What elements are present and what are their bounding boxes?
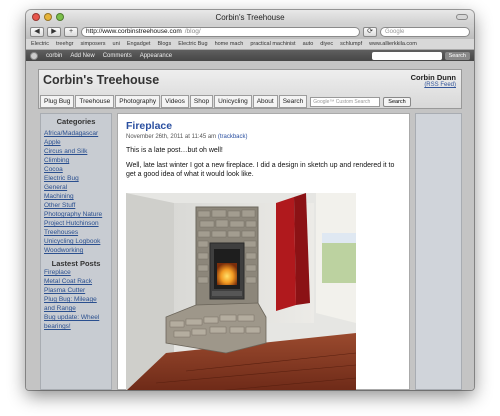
browser-search-field[interactable]: Google <box>380 27 470 37</box>
nav-tab-videos[interactable]: Videos <box>161 95 189 108</box>
bookmark-item[interactable]: practical machinist <box>250 41 295 47</box>
category-link[interactable]: Climbing <box>44 156 108 165</box>
window-controls <box>32 13 64 21</box>
bookmark-item[interactable]: home mach <box>215 41 244 47</box>
category-link[interactable]: Africa/Madagascar <box>44 129 108 138</box>
nav-tab-search[interactable]: Search <box>278 95 308 108</box>
categories-heading: Categories <box>56 117 96 126</box>
post-date: November 26th, 2011 at 11:45 am <box>126 134 217 140</box>
trackback-link[interactable]: (trackback) <box>218 134 248 140</box>
window-title: Corbin's Treehouse <box>215 13 285 22</box>
bookmark-item[interactable]: auto <box>303 41 314 47</box>
category-link[interactable]: Circus and Silk <box>44 147 108 156</box>
latest-post-link[interactable]: Bug update: Wheel bearings! <box>44 313 108 331</box>
bookmark-item[interactable]: Engadget <box>127 41 151 47</box>
category-link[interactable]: Project Hutchinson Treehouses <box>44 219 108 237</box>
category-link[interactable]: Photography Nature <box>44 210 108 219</box>
bookmark-item[interactable]: treehgr <box>56 41 73 47</box>
bookmark-item[interactable]: uni <box>113 41 120 47</box>
category-link[interactable]: Apple <box>44 138 108 147</box>
latest-post-link[interactable]: Plasma Cutter <box>44 286 108 295</box>
site-search-input[interactable]: Google™ Custom Search <box>310 96 381 107</box>
close-window-button[interactable] <box>32 13 40 21</box>
post-title[interactable]: Fireplace <box>126 120 401 132</box>
web-page: Corbin's Treehouse Corbin Dunn (RSS Feed… <box>26 61 474 390</box>
reload-button[interactable]: ⟳ <box>363 27 377 37</box>
category-link[interactable]: Woodworking <box>44 246 108 255</box>
admin-add-new[interactable]: Add New <box>70 53 94 59</box>
nav-tab-photography[interactable]: Photography <box>115 95 161 108</box>
forward-button[interactable]: ▶ <box>47 27 61 37</box>
fireplace-render-image[interactable] <box>126 193 356 390</box>
admin-search-button[interactable]: Search <box>444 51 470 60</box>
bookmarks-bar: Electric treehgr simposers uni Engadget … <box>26 39 474 50</box>
fireplace-render-drawing <box>126 193 356 390</box>
bookmark-item[interactable]: Electric <box>31 41 49 47</box>
address-bar[interactable]: http://www.corbinstreehouse.com/blog/ <box>81 27 360 37</box>
nav-tab-about[interactable]: About <box>252 95 278 108</box>
post-content: Fireplace November 26th, 2011 at 11:45 a… <box>117 113 410 390</box>
post-meta: November 26th, 2011 at 11:45 am (trackba… <box>126 134 401 140</box>
nav-tab-shop[interactable]: Shop <box>189 95 214 108</box>
url-path: /blog/ <box>184 28 201 35</box>
latest-post-link[interactable]: Metal Coat Rack <box>44 277 108 286</box>
zoom-window-button[interactable] <box>56 13 64 21</box>
post-paragraph: Well, late last winter I got a new firep… <box>126 162 395 178</box>
admin-search-input[interactable] <box>371 51 442 60</box>
title-bar[interactable]: Corbin's Treehouse <box>26 10 474 25</box>
bookmark-item[interactable]: schlumpf <box>340 41 362 47</box>
site-header: Corbin's Treehouse Corbin Dunn (RSS Feed… <box>38 69 462 109</box>
nav-tab-treehouse[interactable]: Treehouse <box>75 95 115 108</box>
category-link[interactable]: Unicycling Logbook <box>44 237 108 246</box>
bookmark-item[interactable]: Electric Bug <box>178 41 207 47</box>
admin-appearance[interactable]: Appearance <box>140 53 172 59</box>
bookmark-item[interactable]: simposers <box>80 41 105 47</box>
site-search-button[interactable]: Search <box>383 96 411 107</box>
screenshot: Corbin's Treehouse ◀ ▶ + http://www.corb… <box>0 0 500 416</box>
nav-tab-unicycling[interactable]: Unicycling <box>214 95 252 108</box>
toolbar-toggle-button[interactable] <box>456 14 468 20</box>
category-link[interactable]: Other Stuff <box>44 201 108 210</box>
right-sidebar <box>415 113 462 390</box>
post-paragraph: This is a late post…but oh well! <box>126 147 223 154</box>
admin-site-link[interactable]: corbin <box>46 53 62 59</box>
category-link[interactable]: Machining <box>44 192 108 201</box>
bookmark-item[interactable]: Blogs <box>157 41 171 47</box>
category-link[interactable]: General <box>44 183 108 192</box>
admin-search: Search <box>371 51 470 60</box>
browser-window: Corbin's Treehouse ◀ ▶ + http://www.corb… <box>26 10 474 390</box>
bookmark-item[interactable]: diyec <box>320 41 333 47</box>
latest-post-link[interactable]: Fireplace <box>44 268 108 277</box>
rss-feed-link[interactable]: (RSS Feed) <box>424 82 456 88</box>
admin-comments[interactable]: Comments <box>103 53 132 59</box>
author-name: Corbin Dunn <box>410 73 456 82</box>
left-sidebar: Categories Africa/Madagascar Apple Circu… <box>40 113 112 390</box>
browser-toolbar: ◀ ▶ + http://www.corbinstreehouse.com/bl… <box>26 25 474 39</box>
category-link[interactable]: Cocoa <box>44 165 108 174</box>
nav-tab-plug-bug[interactable]: Plug Bug <box>40 95 75 108</box>
url-host: http://www.corbinstreehouse.com <box>86 28 182 35</box>
bookmark-item[interactable]: www.allierkkila.com <box>369 41 417 47</box>
minimize-window-button[interactable] <box>44 13 52 21</box>
site-title[interactable]: Corbin's Treehouse <box>43 73 159 87</box>
back-button[interactable]: ◀ <box>30 27 44 37</box>
site-nav: Plug Bug Treehouse Photography Videos Sh… <box>40 95 411 108</box>
latest-posts-heading: Lastest Posts <box>51 259 101 268</box>
add-bookmark-button[interactable]: + <box>64 27 78 37</box>
category-link[interactable]: Electric Bug <box>44 174 108 183</box>
admin-bar: corbin Add New Comments Appearance Searc… <box>26 50 474 61</box>
latest-post-link[interactable]: Plug Bug: Mileage and Range <box>44 295 108 313</box>
wordpress-logo-icon[interactable] <box>30 51 38 60</box>
